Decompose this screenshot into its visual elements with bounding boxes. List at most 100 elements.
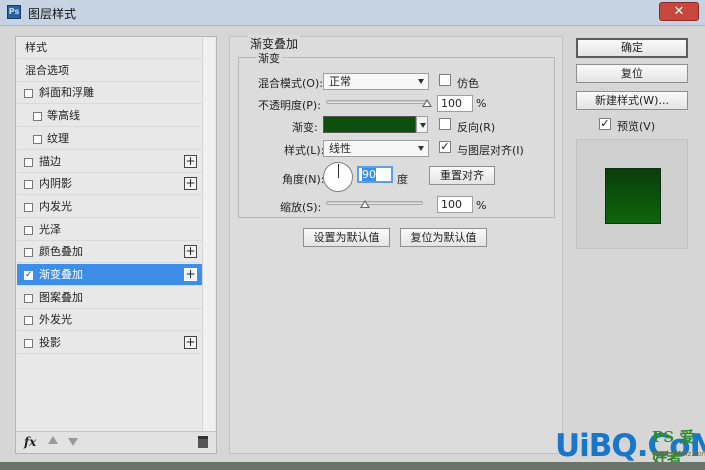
ok-button[interactable]: 确定 xyxy=(576,38,688,58)
styles-footer: fx xyxy=(16,431,216,453)
gradient-swatch[interactable] xyxy=(323,116,416,133)
reset-to-default-button[interactable]: 复位为默认值 xyxy=(400,228,487,247)
style-item-label: 外发光 xyxy=(39,313,72,327)
move-down-icon[interactable] xyxy=(68,438,78,446)
style-item[interactable]: 混合选项 xyxy=(17,60,202,82)
opacity-slider-thumb[interactable] xyxy=(422,99,432,107)
style-item-checkbox[interactable] xyxy=(24,202,33,212)
fx-menu-button[interactable]: fx xyxy=(24,435,36,449)
style-item-label: 图案叠加 xyxy=(39,290,83,304)
style-item[interactable]: 斜面和浮雕 xyxy=(17,82,202,105)
gradient-picker-button[interactable] xyxy=(416,116,428,133)
style-item-label: 内发光 xyxy=(39,199,72,213)
scale-slider-thumb[interactable] xyxy=(359,200,370,208)
dither-checkbox[interactable] xyxy=(439,74,451,86)
scale-label: 缩放(S): xyxy=(280,201,322,214)
style-item-checkbox[interactable] xyxy=(24,293,33,303)
reset-alignment-button[interactable]: 重置对齐 xyxy=(429,166,495,185)
styles-list: 样式混合选项斜面和浮雕等高线纹理描边 + 内阴影 + 内发光光泽颜色叠加 + ✓ 渐变叠加 + 图… xyxy=(16,37,202,432)
style-item-label: 内阴影 xyxy=(39,177,72,191)
section-title: 渐变 xyxy=(256,50,282,66)
preview-label: 预览(V) xyxy=(617,120,656,133)
preview-checkbox[interactable]: ✓ xyxy=(599,118,611,130)
style-item[interactable]: 内发光 xyxy=(17,196,202,218)
style-item-label: 描边 xyxy=(39,154,61,168)
reverse-label: 反向(R) xyxy=(457,121,496,134)
chevron-down-icon xyxy=(418,79,424,84)
style-item-checkbox[interactable] xyxy=(24,180,33,190)
scale-input[interactable]: 100 xyxy=(437,196,473,213)
style-item[interactable]: 外发光 xyxy=(17,309,202,332)
opacity-slider-track[interactable] xyxy=(326,100,427,104)
style-item-checkbox[interactable]: ✓ xyxy=(24,271,33,280)
style-label: 样式(L): xyxy=(284,144,325,157)
align-with-layer-checkbox[interactable]: ✓ xyxy=(439,141,451,153)
style-item[interactable]: 等高线 xyxy=(17,105,202,128)
angle-input[interactable]: 90 xyxy=(357,166,393,183)
style-item-checkbox[interactable] xyxy=(24,316,33,326)
background-strip xyxy=(0,462,705,470)
style-item-label: 混合选项 xyxy=(25,63,69,77)
style-item-label: 样式 xyxy=(25,41,47,54)
style-item[interactable]: 内阴影 + xyxy=(17,173,202,196)
photoshop-app-icon: Ps xyxy=(7,5,21,19)
style-item-checkbox[interactable] xyxy=(24,157,33,167)
style-item-checkbox[interactable] xyxy=(24,89,33,99)
style-item-label: 投影 xyxy=(39,336,61,350)
styles-list-scrollbar[interactable] xyxy=(202,38,215,431)
blend-mode-value: 正常 xyxy=(329,75,351,88)
title-bar: Ps 图层样式 ✕ xyxy=(0,0,705,26)
opacity-input[interactable]: 100 xyxy=(437,95,473,112)
add-instance-icon[interactable]: + xyxy=(184,154,197,168)
style-preview xyxy=(576,139,688,249)
style-item-checkbox[interactable] xyxy=(24,339,33,349)
style-item[interactable]: 样式 xyxy=(17,37,202,59)
align-with-layer-label: 与图层对齐(I) xyxy=(457,144,524,157)
preview-swatch xyxy=(605,168,661,224)
style-value: 线性 xyxy=(329,142,351,155)
angle-value: 90 xyxy=(362,168,376,181)
dither-label: 仿色 xyxy=(457,77,479,90)
new-style-button[interactable]: 新建样式(W)... xyxy=(576,91,688,110)
trash-icon[interactable] xyxy=(198,436,208,448)
style-item-label: 渐变叠加 xyxy=(39,268,83,281)
style-item-checkbox[interactable] xyxy=(24,225,33,235)
style-select[interactable]: 线性 xyxy=(323,140,429,157)
angle-dial[interactable] xyxy=(323,162,353,192)
style-item[interactable]: 图案叠加 xyxy=(17,287,202,309)
blend-mode-select[interactable]: 正常 xyxy=(323,73,429,90)
style-item-label: 光泽 xyxy=(39,222,61,236)
style-item[interactable]: 光泽 xyxy=(17,219,202,241)
style-item[interactable]: 颜色叠加 + xyxy=(17,241,202,264)
add-instance-icon[interactable]: + xyxy=(184,245,197,259)
gradient-label: 渐变: xyxy=(292,121,318,134)
angle-dial-needle xyxy=(338,164,339,178)
add-instance-icon[interactable]: + xyxy=(184,268,197,281)
style-item-checkbox[interactable] xyxy=(33,112,42,122)
style-item-checkbox[interactable] xyxy=(24,248,33,258)
move-up-icon[interactable] xyxy=(48,436,58,444)
watermark-domain: www.psahz.com xyxy=(652,450,705,458)
add-instance-icon[interactable]: + xyxy=(184,177,197,191)
reverse-checkbox[interactable] xyxy=(439,118,451,130)
reset-button[interactable]: 复位 xyxy=(576,64,688,83)
scale-slider-track[interactable] xyxy=(326,201,423,205)
angle-label: 角度(N): xyxy=(282,173,325,186)
style-item-label: 等高线 xyxy=(47,109,80,123)
style-item[interactable]: ✓ 渐变叠加 + xyxy=(17,264,202,286)
chevron-down-icon xyxy=(418,146,424,151)
style-item-checkbox[interactable] xyxy=(33,134,42,144)
blend-mode-label: 混合模式(O): xyxy=(258,77,323,90)
opacity-label: 不透明度(P): xyxy=(258,99,321,112)
make-default-button[interactable]: 设置为默认值 xyxy=(303,228,390,247)
chevron-down-icon xyxy=(420,123,426,128)
add-instance-icon[interactable]: + xyxy=(184,336,197,350)
style-item-label: 纹理 xyxy=(47,131,69,145)
close-button[interactable]: ✕ xyxy=(659,2,699,21)
styles-list-panel: 样式混合选项斜面和浮雕等高线纹理描边 + 内阴影 + 内发光光泽颜色叠加 + ✓ 渐变叠加 + 图… xyxy=(15,36,217,454)
style-item[interactable]: 投影 + xyxy=(17,332,202,355)
style-item-label: 颜色叠加 xyxy=(39,245,83,259)
style-item[interactable]: 描边 + xyxy=(17,151,202,173)
opacity-unit: % xyxy=(476,97,487,110)
style-item[interactable]: 纹理 xyxy=(17,128,202,150)
